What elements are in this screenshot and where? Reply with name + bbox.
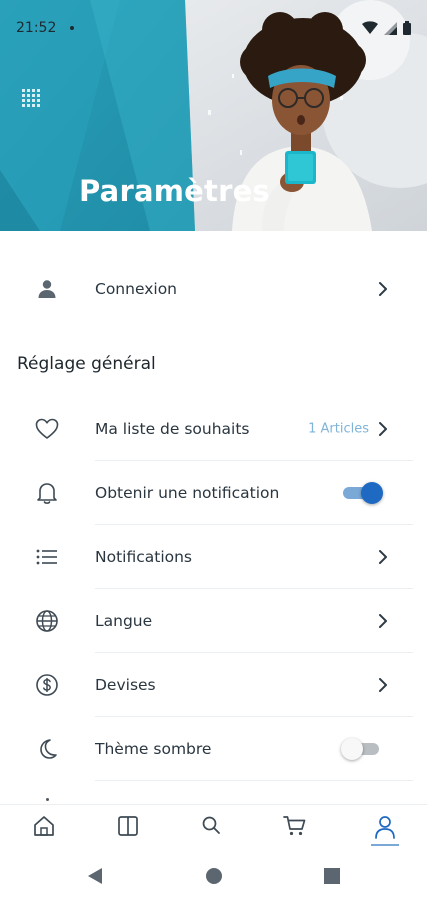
wifi-icon — [362, 21, 378, 34]
home-circle-icon[interactable] — [205, 866, 223, 886]
active-tab-indicator — [371, 844, 399, 846]
home-icon — [34, 816, 54, 836]
chevron-right-icon — [379, 422, 387, 436]
dollar-icon — [34, 672, 60, 698]
login-row[interactable]: Connexion — [0, 257, 427, 321]
notification-dot-icon — [70, 26, 75, 30]
language-label: Langue — [95, 612, 153, 630]
moon-icon — [34, 736, 60, 762]
nav-home[interactable] — [24, 805, 64, 855]
profile-icon — [375, 816, 395, 839]
list-icon — [34, 544, 60, 570]
search-icon — [202, 816, 220, 834]
signal-icon — [384, 21, 397, 35]
toggle-knob — [361, 482, 383, 504]
battery-icon — [403, 21, 411, 35]
dark-theme-toggle[interactable] — [341, 738, 383, 760]
status-bar: 21:52 — [0, 0, 427, 56]
page-title: Paramètres — [79, 174, 270, 208]
heart-icon — [34, 416, 60, 442]
header-banner: 21:52 Paramètres — [0, 0, 427, 231]
bottom-navigation — [0, 804, 427, 854]
status-time: 21:52 — [16, 20, 57, 36]
back-icon[interactable] — [86, 866, 104, 886]
globe-icon — [34, 608, 60, 634]
nav-cart[interactable] — [275, 805, 315, 855]
recents-icon[interactable] — [323, 866, 341, 886]
currency-label: Devises — [95, 676, 156, 694]
system-navigation-bar — [0, 854, 427, 900]
dark-theme-label: Thème sombre — [95, 740, 212, 758]
next-row-icon-peek — [46, 798, 49, 801]
chevron-right-icon — [379, 614, 387, 628]
chevron-right-icon — [379, 678, 387, 692]
wishlist-row[interactable]: Ma liste de souhaits 1 Articles — [0, 397, 427, 461]
notification-toggle[interactable] — [341, 482, 383, 504]
general-settings-heading: Réglage général — [17, 354, 156, 374]
toggle-knob — [341, 738, 363, 760]
notifications-row[interactable]: Notifications — [0, 525, 427, 589]
cart-icon — [283, 816, 306, 836]
bell-icon — [34, 480, 60, 506]
dark-theme-row: Thème sombre — [0, 717, 427, 781]
get-notification-row: Obtenir une notification — [0, 461, 427, 525]
chevron-right-icon — [379, 550, 387, 564]
grid-menu-icon[interactable] — [21, 88, 41, 108]
wishlist-count-badge: 1 Articles — [308, 421, 369, 437]
chevron-right-icon — [379, 282, 387, 296]
wishlist-label: Ma liste de souhaits — [95, 420, 250, 438]
get-notification-label: Obtenir une notification — [95, 484, 280, 502]
person-icon — [34, 276, 60, 302]
nav-profile[interactable] — [365, 805, 405, 855]
language-row[interactable]: Langue — [0, 589, 427, 653]
nav-catalog[interactable] — [108, 805, 148, 855]
login-label: Connexion — [95, 280, 178, 298]
notifications-label: Notifications — [95, 548, 193, 566]
nav-search[interactable] — [191, 805, 231, 855]
catalog-icon — [118, 816, 138, 836]
currency-row[interactable]: Devises — [0, 653, 427, 717]
divider — [95, 780, 413, 781]
